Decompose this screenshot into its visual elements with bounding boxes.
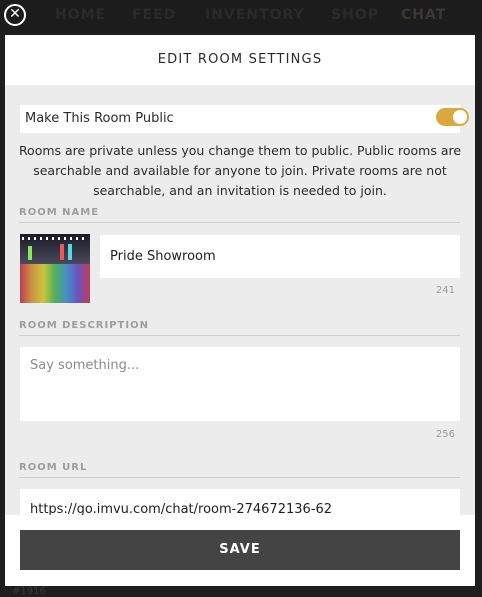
divider [19, 335, 460, 336]
room-description-textarea[interactable]: Say something... [20, 347, 460, 421]
room-name-value: Pride Showroom [110, 249, 216, 264]
divider [19, 222, 460, 223]
public-room-label: Make This Room Public [25, 111, 174, 126]
room-url-label: ROOM URL [19, 462, 88, 473]
room-name-char-counter: 241 [435, 285, 455, 296]
top-nav-bar: ✕ HOME FEED INVENTORY SHOP CHAT [0, 0, 482, 32]
room-name-input[interactable]: Pride Showroom [100, 235, 460, 278]
save-button[interactable]: SAVE [20, 530, 460, 570]
room-description-char-counter: 256 [435, 429, 455, 440]
toggle-knob [453, 110, 467, 124]
nav-item-chat: CHAT [401, 7, 447, 23]
nav-item-feed: FEED [132, 7, 177, 23]
modal-title: EDIT ROOM SETTINGS [157, 52, 323, 67]
modal-footer: SAVE [5, 515, 475, 586]
close-icon[interactable]: ✕ [4, 4, 26, 26]
nav-item-inventory: INVENTORY [205, 7, 305, 23]
room-thumbnail[interactable] [20, 234, 90, 303]
modal-header: EDIT ROOM SETTINGS [5, 35, 475, 85]
room-description-placeholder: Say something... [30, 358, 140, 373]
edit-room-settings-modal: EDIT ROOM SETTINGS Make This Room Public… [5, 35, 475, 586]
nav-item-shop: SHOP [331, 7, 379, 23]
background-text: #1916 [12, 586, 46, 597]
public-room-toggle[interactable] [436, 108, 469, 126]
divider [19, 477, 460, 478]
room-name-label: ROOM NAME [19, 207, 100, 218]
room-description-label: ROOM DESCRIPTION [19, 320, 149, 331]
privacy-info-text: Rooms are private unless you change them… [18, 143, 462, 198]
public-room-row: Make This Room Public [20, 105, 469, 133]
nav-item-home: HOME [55, 7, 107, 23]
